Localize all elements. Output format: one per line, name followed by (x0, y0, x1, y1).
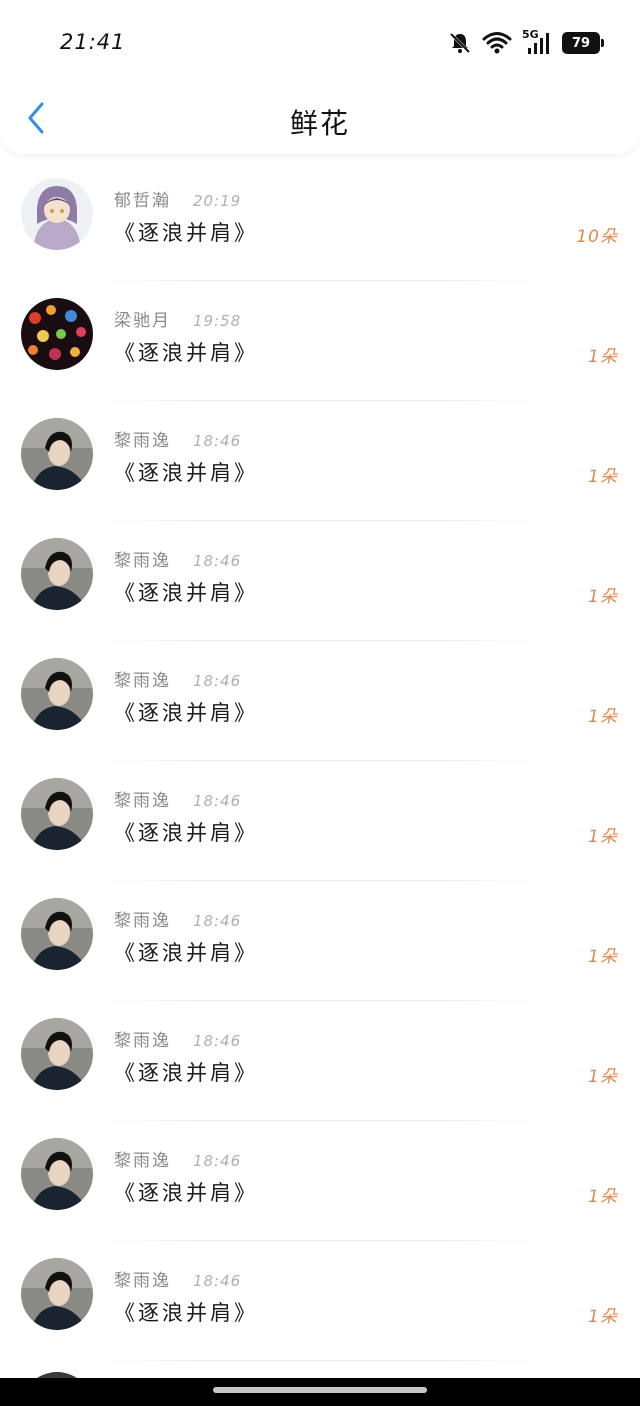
flower-count: 1朵 (588, 827, 618, 847)
send-time: 18:46 (193, 1272, 242, 1290)
item-meta: 梁驰月 19:58 (114, 306, 241, 331)
list-item[interactable]: 梁驰月 19:58 《逐浪并肩》 1朵 (0, 282, 640, 402)
send-time: 20:19 (193, 192, 242, 210)
status-bar: 21:41 5G 79 (0, 0, 640, 84)
gift-title: 《逐浪并肩》 (114, 701, 258, 725)
avatar[interactable] (21, 1018, 93, 1090)
sender-name: 黎雨逸 (114, 791, 171, 811)
list-item[interactable]: 黎雨逸 18:46 《逐浪并肩》 1朵 (0, 522, 640, 642)
gift-title: 《逐浪并肩》 (114, 821, 258, 845)
sender-name: 黎雨逸 (114, 911, 171, 931)
sender-name: 黎雨逸 (114, 551, 171, 571)
cellular-5g-icon: 5G (522, 28, 552, 56)
flower-count: 1朵 (588, 1067, 618, 1087)
gift-title: 《逐浪并肩》 (114, 581, 258, 605)
gift-title: 《逐浪并肩》 (114, 1301, 258, 1325)
list-item[interactable]: 黎雨逸 18:46 《逐浪并肩》 1朵 (0, 642, 640, 762)
flower-count: 1朵 (588, 467, 618, 487)
flower-count: 1朵 (588, 1187, 618, 1207)
send-time: 18:46 (193, 672, 242, 690)
avatar[interactable] (21, 1258, 93, 1330)
divider (90, 280, 550, 281)
avatar[interactable] (21, 898, 93, 970)
sender-name: 郁哲瀚 (114, 191, 171, 211)
flower-count: 10朵 (576, 227, 618, 247)
divider (90, 1240, 550, 1241)
flower-count: 1朵 (588, 587, 618, 607)
item-meta: 黎雨逸 18:46 (114, 1026, 241, 1051)
gift-title: 《逐浪并肩》 (114, 461, 258, 485)
item-meta: 黎雨逸 18:46 (114, 1266, 241, 1291)
avatar[interactable] (21, 1138, 93, 1210)
divider (90, 640, 550, 641)
send-time: 19:58 (193, 312, 242, 330)
avatar[interactable] (21, 778, 93, 850)
sender-name: 黎雨逸 (114, 671, 171, 691)
flower-count: 1朵 (588, 347, 618, 367)
gift-title: 《逐浪并肩》 (114, 1061, 258, 1085)
page-title: 鲜花 (289, 107, 350, 140)
flower-list: 郁哲瀚 20:19 《逐浪并肩》 10朵 梁驰月 19:58 《逐浪并肩》 1朵… (0, 162, 640, 1362)
wifi-icon (482, 31, 512, 55)
top-bar: 21:41 5G 79 鲜花 (0, 0, 640, 154)
list-item[interactable]: 黎雨逸 18:46 《逐浪并肩》 1朵 (0, 882, 640, 1002)
gift-title: 《逐浪并肩》 (114, 941, 258, 965)
divider (90, 1360, 550, 1361)
list-item[interactable]: 黎雨逸 18:46 《逐浪并肩》 1朵 (0, 762, 640, 882)
list-item[interactable]: 黎雨逸 18:46 《逐浪并肩》 1朵 (0, 1002, 640, 1122)
item-meta: 黎雨逸 18:46 (114, 546, 241, 571)
sender-name: 黎雨逸 (114, 1031, 171, 1051)
flower-count: 1朵 (588, 947, 618, 967)
divider (90, 1120, 550, 1121)
sender-name: 黎雨逸 (114, 1271, 171, 1291)
avatar[interactable] (21, 658, 93, 730)
divider (90, 1000, 550, 1001)
send-time: 18:46 (193, 552, 242, 570)
gift-title: 《逐浪并肩》 (114, 341, 258, 365)
system-nav-bar (0, 1378, 640, 1406)
list-item[interactable]: 郁哲瀚 20:19 《逐浪并肩》 10朵 (0, 162, 640, 282)
avatar[interactable] (21, 538, 93, 610)
gift-title: 《逐浪并肩》 (114, 1181, 258, 1205)
sender-name: 黎雨逸 (114, 431, 171, 451)
sender-name: 梁驰月 (114, 311, 171, 331)
item-meta: 黎雨逸 18:46 (114, 906, 241, 931)
divider (90, 880, 550, 881)
list-item[interactable]: 黎雨逸 18:46 《逐浪并肩》 1朵 (0, 1122, 640, 1242)
item-meta: 郁哲瀚 20:19 (114, 186, 241, 211)
status-time: 21:41 (60, 30, 126, 54)
item-meta: 黎雨逸 18:46 (114, 666, 241, 691)
divider (90, 760, 550, 761)
bell-muted-icon (448, 31, 472, 55)
send-time: 18:46 (193, 1152, 242, 1170)
battery-icon: 79 (562, 32, 604, 54)
flower-count: 1朵 (588, 1307, 618, 1327)
send-time: 18:46 (193, 432, 242, 450)
send-time: 18:46 (193, 1032, 242, 1050)
list-item[interactable]: 黎雨逸 18:46 《逐浪并肩》 1朵 (0, 402, 640, 522)
avatar[interactable] (21, 298, 93, 370)
item-meta: 黎雨逸 18:46 (114, 426, 241, 451)
send-time: 18:46 (193, 792, 242, 810)
avatar[interactable] (21, 178, 93, 250)
flower-count: 1朵 (588, 707, 618, 727)
gift-title: 《逐浪并肩》 (114, 221, 258, 245)
send-time: 18:46 (193, 912, 242, 930)
item-meta: 黎雨逸 18:46 (114, 786, 241, 811)
nav-bar: 鲜花 (0, 84, 640, 154)
divider (90, 520, 550, 521)
sender-name: 黎雨逸 (114, 1151, 171, 1171)
status-icons: 5G 79 (448, 28, 604, 58)
divider (90, 400, 550, 401)
item-meta: 黎雨逸 18:46 (114, 1146, 241, 1171)
home-indicator[interactable] (213, 1387, 427, 1393)
avatar[interactable] (21, 418, 93, 490)
list-item[interactable]: 黎雨逸 18:46 《逐浪并肩》 1朵 (0, 1242, 640, 1362)
